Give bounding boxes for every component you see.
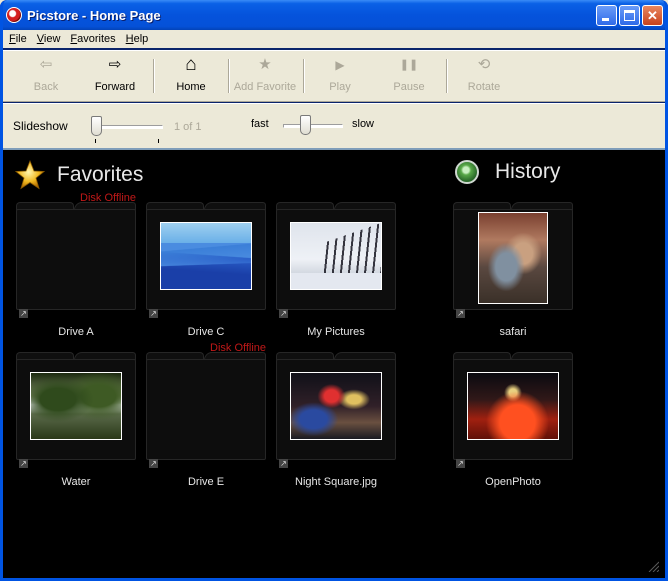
forward-label: Forward: [94, 81, 136, 93]
slideshow-position-text: 1 of 1: [174, 121, 202, 133]
tile-label: Night Square.jpg: [295, 476, 377, 488]
history-tile-safari[interactable]: ↗ safari: [453, 202, 573, 338]
tile-label: My Pictures: [307, 326, 365, 338]
favorite-tile-drive-a[interactable]: Disk Offline ↗ Drive A: [16, 192, 136, 338]
menu-file[interactable]: File: [9, 33, 27, 45]
shortcut-arrow-icon: ↗: [19, 459, 28, 468]
toolbar: ⇦ Back ⇨ Forward ⌂ Home ★ Add Favorite ▶…: [3, 50, 665, 102]
add-favorite-label: Add Favorite: [233, 81, 297, 93]
folder-frame: [16, 202, 136, 310]
play-label: Play: [329, 81, 351, 93]
favorite-tile-night-square[interactable]: ↗ Night Square.jpg: [276, 352, 396, 488]
favorite-tile-my-pictures[interactable]: ↗ My Pictures: [276, 202, 396, 338]
pause-icon: ❚❚: [399, 59, 419, 71]
favorite-tile-drive-c[interactable]: ↗ Drive C: [146, 202, 266, 338]
folder-frame: [146, 352, 266, 460]
close-icon: ✕: [647, 8, 658, 23]
thumbnail-image: [160, 222, 252, 290]
close-button[interactable]: ✕: [642, 5, 663, 26]
play-icon: ▶: [335, 58, 345, 72]
home-button[interactable]: ⌂ Home: [156, 55, 226, 99]
pause-button[interactable]: ❚❚ Pause: [374, 55, 444, 99]
title-bar[interactable]: Picstore - Home Page ✕: [0, 0, 668, 30]
picstore-app-icon[interactable]: [6, 7, 22, 23]
menu-help[interactable]: Help: [126, 33, 149, 45]
slideshow-label: Slideshow: [13, 119, 68, 133]
thumbnail-image: [290, 372, 382, 440]
shortcut-arrow-icon: ↗: [149, 309, 158, 318]
thumbnail-image: [467, 372, 559, 440]
pause-label: Pause: [393, 81, 425, 93]
shortcut-arrow-icon: ↗: [456, 459, 465, 468]
tile-label: safari: [499, 326, 527, 338]
forward-button[interactable]: ⇨ Forward: [80, 55, 150, 99]
history-header: History: [455, 160, 560, 184]
back-button[interactable]: ⇦ Back: [11, 55, 81, 99]
favorites-title: Favorites: [57, 163, 144, 186]
disk-offline-badge: Disk Offline: [210, 342, 267, 354]
resize-grip-icon[interactable]: [647, 560, 659, 572]
app-window: Picstore - Home Page ✕ File View Favorit…: [0, 0, 668, 581]
rotate-label: Rotate: [467, 81, 501, 93]
speed-track[interactable]: [283, 124, 343, 128]
history-tile-openphoto[interactable]: ↗ OpenPhoto: [453, 352, 573, 488]
favorite-tile-drive-e[interactable]: Disk Offline ↗ Drive E: [146, 342, 266, 488]
back-label: Back: [33, 81, 59, 93]
minimize-button[interactable]: [596, 5, 617, 26]
tile-label: Drive E: [187, 476, 225, 488]
slider-tick: [158, 139, 159, 143]
home-label: Home: [176, 81, 206, 93]
shortcut-arrow-icon: ↗: [19, 309, 28, 318]
history-clock-icon: [455, 160, 479, 184]
window-controls: ✕: [596, 5, 663, 26]
thumbnail-image: [290, 222, 382, 290]
speed-slow-label: slow: [352, 118, 375, 130]
menu-favorites[interactable]: Favorites: [70, 33, 115, 45]
tile-label: Drive C: [187, 326, 225, 338]
tile-label: Drive A: [58, 326, 94, 338]
toolbar-separator: [446, 59, 448, 93]
menu-bar: File View Favorites Help: [3, 30, 665, 48]
thumbnail-image: [478, 212, 548, 304]
forward-arrow-icon: ⇨: [108, 56, 122, 73]
toolbar-separator: [153, 59, 155, 93]
favorite-tile-water[interactable]: ↗ Water: [16, 352, 136, 488]
maximize-button[interactable]: [619, 5, 640, 26]
disk-offline-badge: Disk Offline: [80, 192, 137, 204]
home-content: Favorites History Disk Offline ↗ Drive A…: [3, 148, 665, 578]
minimize-icon: [602, 18, 609, 21]
speed-slider[interactable]: [300, 115, 312, 135]
tile-label: Water: [61, 476, 91, 488]
add-favorite-button[interactable]: ★ Add Favorite: [228, 55, 302, 99]
star-icon: ★: [258, 56, 272, 73]
history-title: History: [495, 160, 561, 183]
play-button[interactable]: ▶ Play: [305, 55, 375, 99]
slideshow-bar: Slideshow 1 of 1 fast slow: [3, 103, 665, 148]
back-arrow-icon: ⇦: [39, 56, 53, 73]
maximize-icon: [624, 10, 635, 21]
speed-fast-label: fast: [251, 118, 269, 130]
shortcut-arrow-icon: ↗: [149, 459, 158, 468]
menu-view[interactable]: View: [37, 33, 61, 45]
window-title: Picstore - Home Page: [27, 7, 161, 23]
slider-tick: [95, 139, 96, 143]
home-icon: ⌂: [185, 54, 197, 75]
favorites-header: Favorites: [15, 160, 143, 190]
rotate-icon: ⟲: [477, 56, 491, 73]
shortcut-arrow-icon: ↗: [279, 309, 288, 318]
shortcut-arrow-icon: ↗: [279, 459, 288, 468]
slideshow-position-slider[interactable]: [91, 116, 102, 136]
thumbnail-image: [30, 372, 122, 440]
tile-label: OpenPhoto: [485, 476, 541, 488]
shortcut-arrow-icon: ↗: [456, 309, 465, 318]
favorites-star-icon: [15, 160, 45, 190]
rotate-button[interactable]: ⟲ Rotate: [449, 55, 519, 99]
